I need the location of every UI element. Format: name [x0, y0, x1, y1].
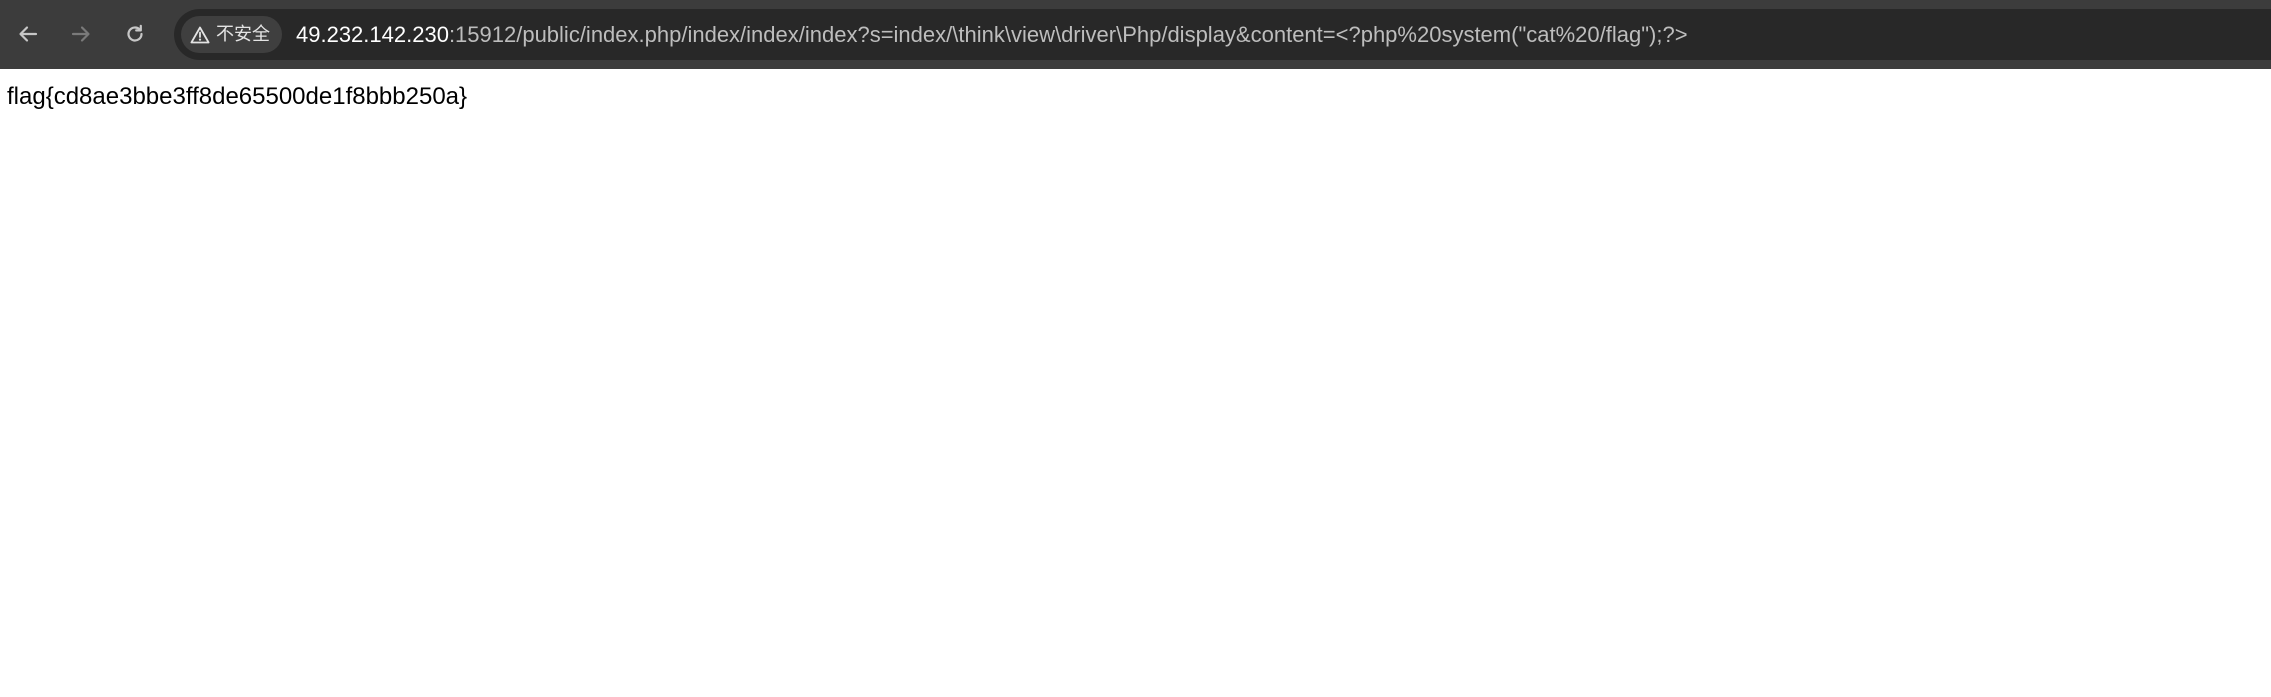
reload-icon	[127, 24, 143, 42]
address-bar[interactable]: 不安全 49.232.142.230:15912/public/index.ph…	[174, 9, 2271, 60]
flag-output: flag{cd8ae3bbe3ff8de65500de1f8bbb250a}	[7, 83, 468, 110]
security-label: 不安全	[216, 24, 270, 45]
reload-button[interactable]	[118, 17, 152, 51]
url-text[interactable]: 49.232.142.230:15912/public/index.php/in…	[296, 9, 1688, 60]
url-host: 49.232.142.230	[296, 22, 449, 47]
back-button[interactable]	[11, 17, 45, 51]
forward-button[interactable]	[64, 17, 98, 51]
warning-triangle-icon	[190, 26, 210, 43]
page-content: flag{cd8ae3bbe3ff8de65500de1f8bbb250a}	[0, 69, 2271, 697]
browser-toolbar: 不安全 49.232.142.230:15912/public/index.ph…	[0, 0, 2271, 69]
arrow-right-icon	[71, 26, 90, 42]
security-indicator[interactable]: 不安全	[181, 16, 282, 53]
arrow-left-icon	[19, 26, 38, 42]
url-path: :15912/public/index.php/index/index/inde…	[448, 22, 1688, 47]
